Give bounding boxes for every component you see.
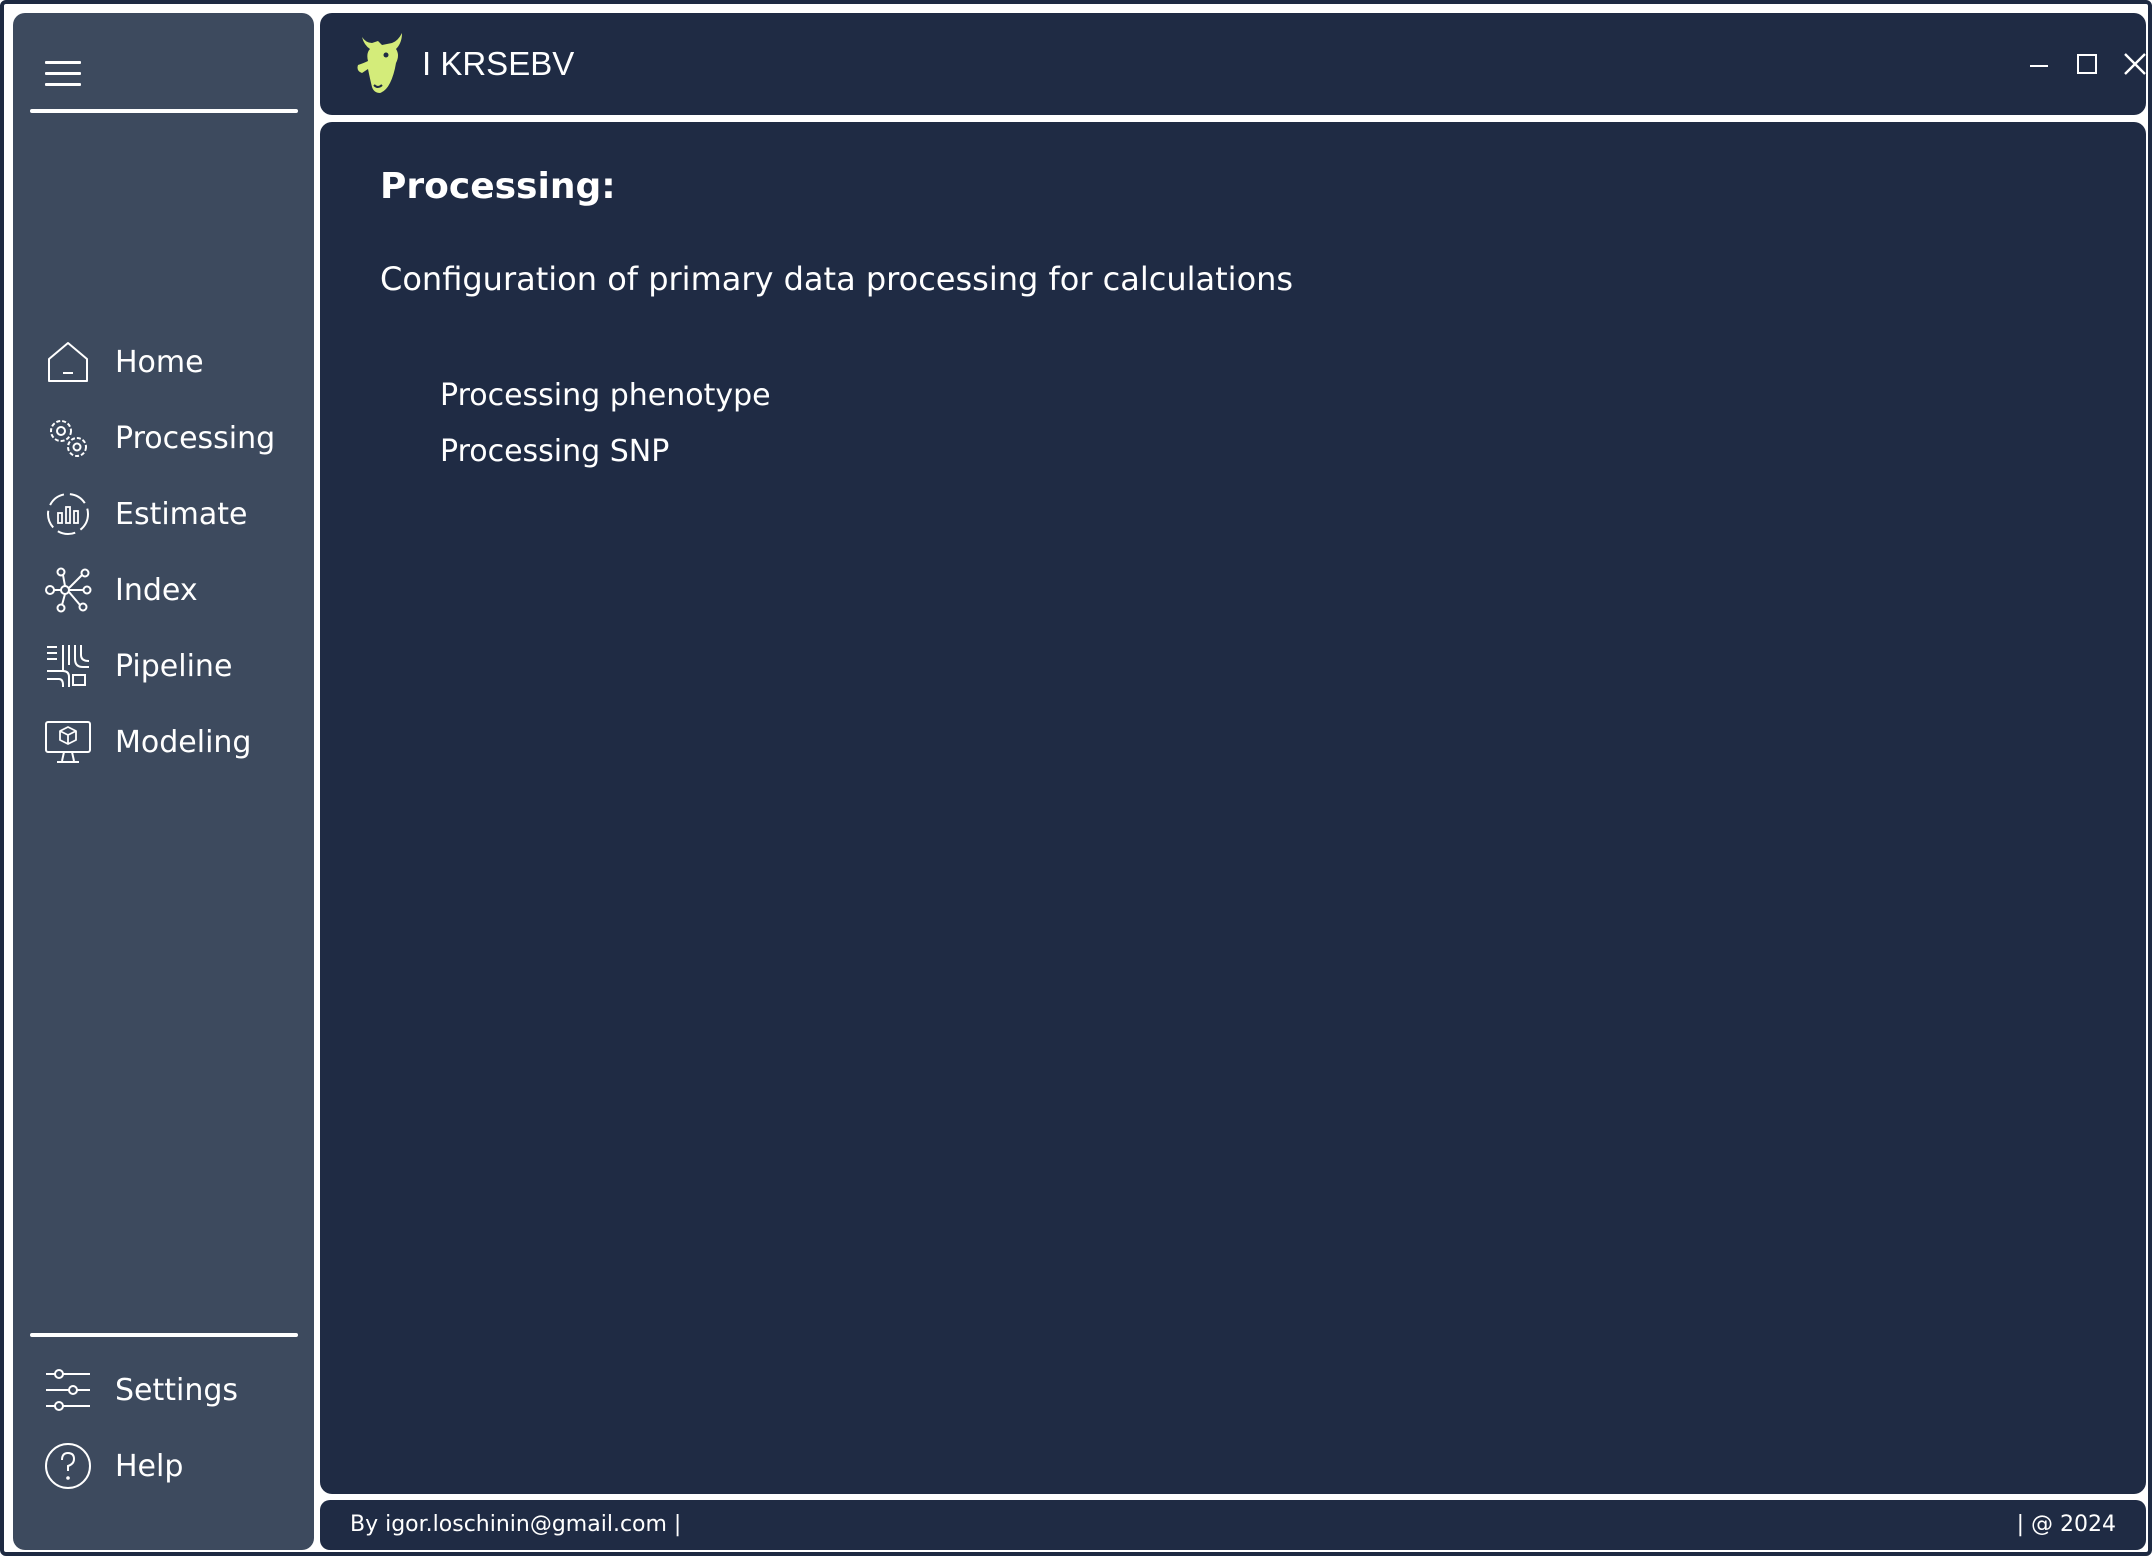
monitor-cube-icon — [45, 721, 91, 763]
footer: By igor.loschinin@gmail.com | | @ 2024 — [320, 1500, 2146, 1550]
network-icon — [45, 567, 92, 613]
question-icon — [45, 1443, 91, 1489]
sidebar-item-label: Home — [115, 345, 204, 380]
app-window: Home Processing Estimate Index Pipeline … — [0, 0, 2152, 1556]
menu-icon — [45, 61, 81, 64]
sidebar: Home Processing Estimate Index Pipeline … — [13, 13, 314, 1550]
maximize-button[interactable] — [2072, 49, 2102, 79]
sliders-icon — [46, 1369, 90, 1411]
title-bar: I KRSEBV — [320, 13, 2146, 115]
menu-icon-bar — [45, 72, 81, 75]
close-button[interactable] — [2120, 49, 2150, 79]
home-icon — [48, 342, 88, 382]
footer-author: By igor.loschinin@gmail.com | — [350, 1512, 682, 1537]
processing-snp-link[interactable]: Processing SNP — [440, 434, 669, 469]
sidebar-item-label: Processing — [115, 421, 276, 456]
sidebar-item-label: Pipeline — [115, 649, 233, 684]
sidebar-item-label: Help — [115, 1449, 184, 1484]
processing-phenotype-link[interactable]: Processing phenotype — [440, 378, 771, 413]
estimate-chart-icon — [47, 493, 89, 535]
main-panel: Processing: Configuration of primary dat… — [320, 122, 2146, 1494]
sidebar-item-home[interactable]: Home — [33, 331, 303, 391]
hamburger-menu-button[interactable] — [43, 57, 83, 91]
gears-icon — [50, 420, 87, 457]
sidebar-bottom-divider — [30, 1333, 298, 1337]
cow-logo-icon — [357, 33, 402, 93]
sidebar-item-label: Modeling — [115, 725, 252, 760]
minimize-button[interactable] — [2024, 49, 2054, 79]
sidebar-top-divider — [30, 109, 298, 113]
sidebar-item-label: Estimate — [115, 497, 248, 532]
sidebar-item-settings[interactable]: Settings — [33, 1359, 303, 1419]
sidebar-item-label: Settings — [115, 1373, 239, 1408]
footer-copyright: | @ 2024 — [2016, 1512, 2116, 1537]
sidebar-item-help[interactable]: Help — [33, 1435, 303, 1495]
sidebar-item-estimate[interactable]: Estimate — [33, 483, 303, 543]
page-description: Configuration of primary data processing… — [380, 260, 1294, 298]
sidebar-item-modeling[interactable]: Modeling — [33, 711, 303, 771]
page-title: Processing: — [380, 166, 616, 207]
menu-icon-bar — [45, 83, 81, 86]
sidebar-item-index[interactable]: Index — [33, 559, 303, 619]
app-title: I KRSEBV — [422, 45, 575, 82]
sidebar-item-processing[interactable]: Processing — [33, 407, 303, 467]
pipeline-icon — [47, 645, 90, 687]
sidebar-item-pipeline[interactable]: Pipeline — [33, 635, 303, 695]
sidebar-item-label: Index — [115, 573, 198, 608]
